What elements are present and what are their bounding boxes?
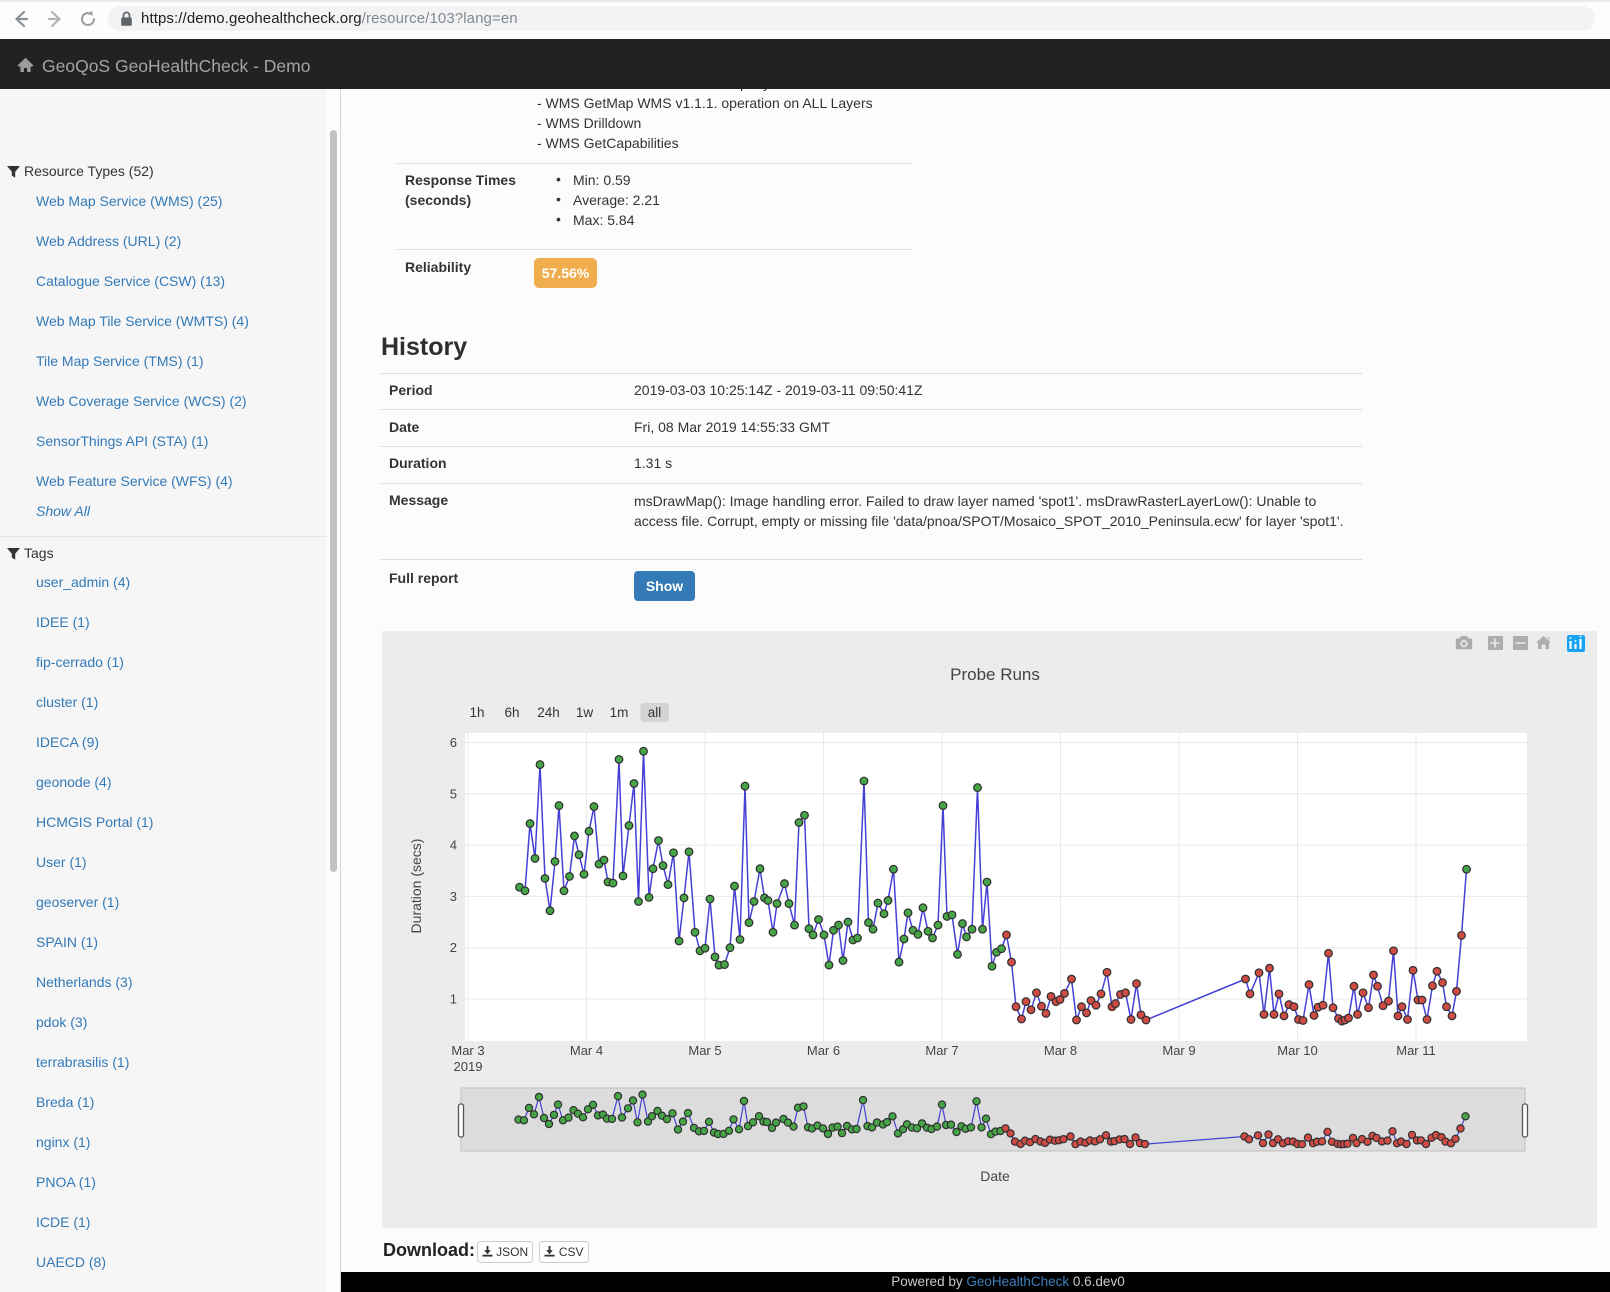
svg-text:all: all <box>648 705 662 720</box>
svg-text:Date: Date <box>980 1168 1010 1184</box>
svg-text:Duration (secs): Duration (secs) <box>408 839 424 934</box>
svg-text:1: 1 <box>450 992 457 1007</box>
svg-text:Mar 7: Mar 7 <box>925 1043 958 1058</box>
svg-text:24h: 24h <box>537 705 560 720</box>
svg-text:Mar 4: Mar 4 <box>570 1043 603 1058</box>
svg-text:Mar 8: Mar 8 <box>1044 1043 1077 1058</box>
svg-text:4: 4 <box>450 838 457 853</box>
svg-text:Mar 11: Mar 11 <box>1396 1043 1436 1058</box>
svg-text:2: 2 <box>450 940 457 955</box>
svg-text:1h: 1h <box>469 705 484 720</box>
svg-text:6: 6 <box>450 735 457 750</box>
svg-text:Mar 6: Mar 6 <box>807 1043 840 1058</box>
svg-text:6h: 6h <box>504 705 519 720</box>
svg-text:Mar 3: Mar 3 <box>451 1043 484 1058</box>
svg-text:2019: 2019 <box>454 1059 483 1074</box>
svg-text:Mar 5: Mar 5 <box>688 1043 721 1058</box>
svg-text:1m: 1m <box>610 705 629 720</box>
svg-text:5: 5 <box>450 786 457 801</box>
svg-text:Probe Runs: Probe Runs <box>950 665 1040 684</box>
svg-text:Mar 10: Mar 10 <box>1277 1043 1317 1058</box>
svg-text:1w: 1w <box>576 705 594 720</box>
svg-text:Mar 9: Mar 9 <box>1162 1043 1195 1058</box>
svg-text:3: 3 <box>450 889 457 904</box>
